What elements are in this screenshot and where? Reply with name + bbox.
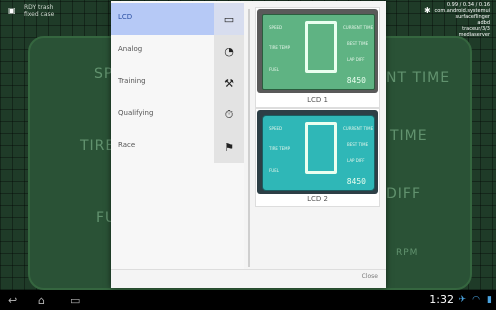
- odometer: 8450: [346, 177, 366, 186]
- lcd-label: LAP DIFF: [347, 57, 365, 62]
- menu-item-analog[interactable]: Analog ◔: [111, 35, 244, 67]
- lcd-label: CURRENT TIME: [343, 25, 374, 30]
- lcd2-thumbnail: SPEED TIRE TEMP FUEL CURRENT TIME BEST T…: [257, 110, 378, 194]
- lcd-label: LAP DIFF: [347, 158, 365, 163]
- footer-divider: [111, 269, 386, 270]
- header-line-2: fixed case: [24, 11, 55, 18]
- app-header-text: RDY trash fixed case: [24, 4, 54, 18]
- lcd-icon: ▭: [214, 3, 244, 35]
- lcd-label: FUEL: [269, 67, 279, 72]
- clock: 1:32: [429, 293, 454, 306]
- preview-caption: LCD 1: [307, 96, 328, 104]
- gear-digit: [305, 122, 337, 174]
- menu-divider: [248, 9, 250, 267]
- lcd-label: TIRE TEMP: [269, 146, 291, 151]
- overlay-line: mediaserver: [458, 32, 490, 38]
- menu-item-lcd[interactable]: LCD ▭: [111, 3, 244, 35]
- category-menu: LCD ▭ Analog ◔ Training ⚒ Qualifying ⏱ R…: [111, 1, 244, 269]
- back-icon[interactable]: ↩: [8, 294, 17, 307]
- dashboard-label: NT TIME: [386, 70, 451, 86]
- tools-icon: ⚒: [214, 67, 244, 99]
- lcd-label: BEST TIME: [347, 142, 369, 147]
- menu-item-training[interactable]: Training ⚒: [111, 67, 244, 99]
- menu-item-label: Qualifying: [118, 109, 154, 117]
- home-icon[interactable]: ⌂: [38, 294, 45, 307]
- menu-item-label: Analog: [118, 45, 143, 53]
- preview-caption: LCD 2: [307, 195, 328, 203]
- lcd-label: SPEED: [269, 126, 283, 131]
- lcd2-display: SPEED TIRE TEMP FUEL CURRENT TIME BEST T…: [262, 115, 375, 191]
- lcd1-thumbnail: SPEED TIRE TEMP FUEL CURRENT TIME BEST T…: [257, 9, 378, 93]
- odometer: 8450: [346, 76, 366, 85]
- lcd-label: TIRE TEMP: [269, 45, 291, 50]
- recent-apps-icon[interactable]: ▭: [70, 294, 80, 307]
- menu-item-race[interactable]: Race ⚑: [111, 131, 244, 163]
- dashboard-label: RPM: [396, 248, 419, 258]
- battery-icon: ▮: [487, 295, 492, 305]
- system-navbar: ↩ ⌂ ▭ 1:32 ✈ ◠ ▮: [0, 290, 496, 310]
- dashboard-label: TIME: [390, 128, 428, 144]
- menu-item-label: LCD: [118, 13, 133, 21]
- lcd-label: FUEL: [269, 168, 279, 173]
- wifi-icon: ◠: [472, 295, 480, 305]
- layout-picker-dialog: LCD ▭ Analog ◔ Training ⚒ Qualifying ⏱ R…: [111, 1, 386, 288]
- dashboard-label: TIRE: [80, 138, 116, 154]
- lcd-label: SPEED: [269, 25, 283, 30]
- menu-item-label: Training: [118, 77, 146, 85]
- app-logo-icon: ▣: [8, 6, 16, 15]
- menu-item-label: Race: [118, 141, 136, 149]
- header-line-1: RDY trash: [24, 4, 54, 11]
- lcd1-preview[interactable]: SPEED TIRE TEMP FUEL CURRENT TIME BEST T…: [255, 7, 380, 108]
- gauge-icon: ◔: [214, 35, 244, 67]
- checkered-flag-icon: ⚑: [214, 131, 244, 163]
- lcd1-display: SPEED TIRE TEMP FUEL CURRENT TIME BEST T…: [262, 14, 375, 90]
- lcd-label: CURRENT TIME: [343, 126, 374, 131]
- dashboard-label: DIFF: [386, 186, 422, 202]
- menu-item-qualifying[interactable]: Qualifying ⏱: [111, 99, 244, 131]
- bug-icon: ✱: [424, 6, 431, 15]
- stopwatch-icon: ⏱: [214, 99, 244, 131]
- lcd-label: BEST TIME: [347, 41, 369, 46]
- lcd2-preview[interactable]: SPEED TIRE TEMP FUEL CURRENT TIME BEST T…: [255, 108, 380, 207]
- close-button[interactable]: Close: [362, 273, 378, 280]
- airplane-icon: ✈: [458, 295, 466, 305]
- gear-digit: [305, 21, 337, 73]
- debug-overlay: 0.99 / 0.34 / 0.16 com.android.systemui …: [435, 2, 490, 38]
